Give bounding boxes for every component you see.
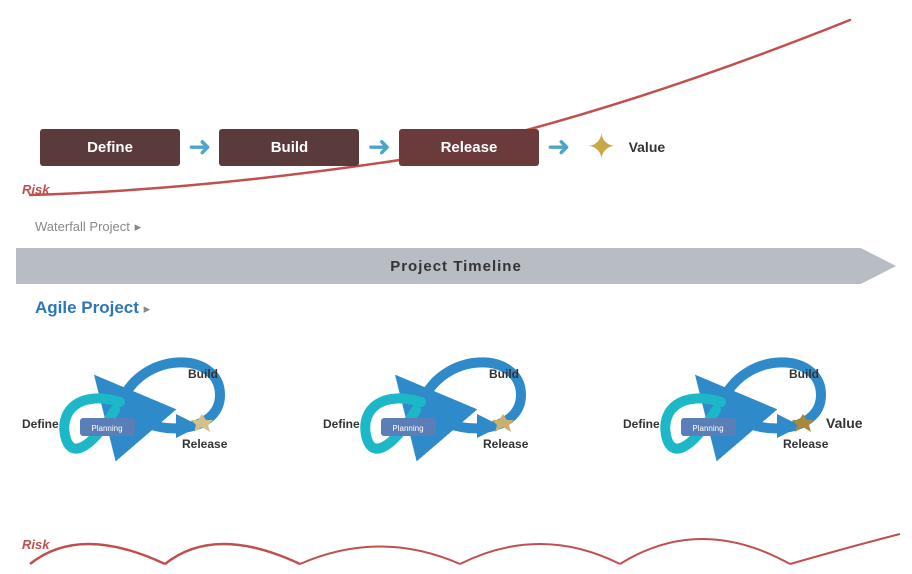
cycle-3-diagram: Define Planning Build Release Value <box>611 330 901 475</box>
waterfall-project-label: Waterfall Project ▸ <box>35 216 141 236</box>
svg-text:Release: Release <box>182 437 228 451</box>
risk-label-bottom: Risk <box>22 537 49 552</box>
waterfall-blocks: Define ➜ Build ➜ Release ➜ ✦ Value <box>40 126 665 168</box>
value-star: ✦ <box>586 126 616 168</box>
svg-text:Planning: Planning <box>392 424 423 433</box>
svg-text:Planning: Planning <box>91 424 122 433</box>
cycle-2-diagram: Define Planning Build Release <box>311 330 571 475</box>
svg-text:Release: Release <box>783 437 829 451</box>
cycle-2-svg: Define Planning Build Release <box>311 330 571 475</box>
cycle-3-svg: Define Planning Build Release Value <box>611 330 901 475</box>
timeline-label: Project Timeline <box>390 258 522 275</box>
svg-text:Build: Build <box>188 367 218 381</box>
waterfall-risk-curve <box>0 0 912 200</box>
timeline-container: Project Timeline <box>0 248 912 284</box>
svg-text:Build: Build <box>789 367 819 381</box>
svg-text:Define: Define <box>22 417 59 431</box>
arrow-3: ➜ <box>547 133 570 161</box>
agile-cycle-1: Define Planning Build Release <box>10 330 301 475</box>
svg-text:Value: Value <box>826 415 863 431</box>
agile-risk-curve <box>0 494 912 574</box>
cycle-1-diagram: Define Planning Build Release <box>10 330 270 475</box>
agile-cycles: Define Planning Build Release <box>10 330 902 475</box>
svg-text:Release: Release <box>483 437 529 451</box>
agile-cycle-2: Define Planning Build Release <box>311 330 602 475</box>
release-block: Release <box>399 129 539 166</box>
svg-text:Planning: Planning <box>693 424 724 433</box>
svg-text:Build: Build <box>489 367 519 381</box>
arrow-1: ➜ <box>188 133 211 161</box>
arrow-2: ➜ <box>367 133 390 161</box>
value-label: Value <box>629 139 666 155</box>
agile-project-label: Agile Project ▸ <box>35 298 150 318</box>
cycle-1-svg: Define Planning Build Release <box>10 330 270 475</box>
agile-cycle-3: Define Planning Build Release Value <box>611 330 902 475</box>
build-block: Build <box>219 129 359 166</box>
svg-text:Define: Define <box>623 417 660 431</box>
define-block: Define <box>40 129 180 166</box>
svg-text:Define: Define <box>323 417 360 431</box>
risk-label-top: Risk <box>22 182 49 197</box>
timeline-arrow: Project Timeline <box>16 248 896 284</box>
